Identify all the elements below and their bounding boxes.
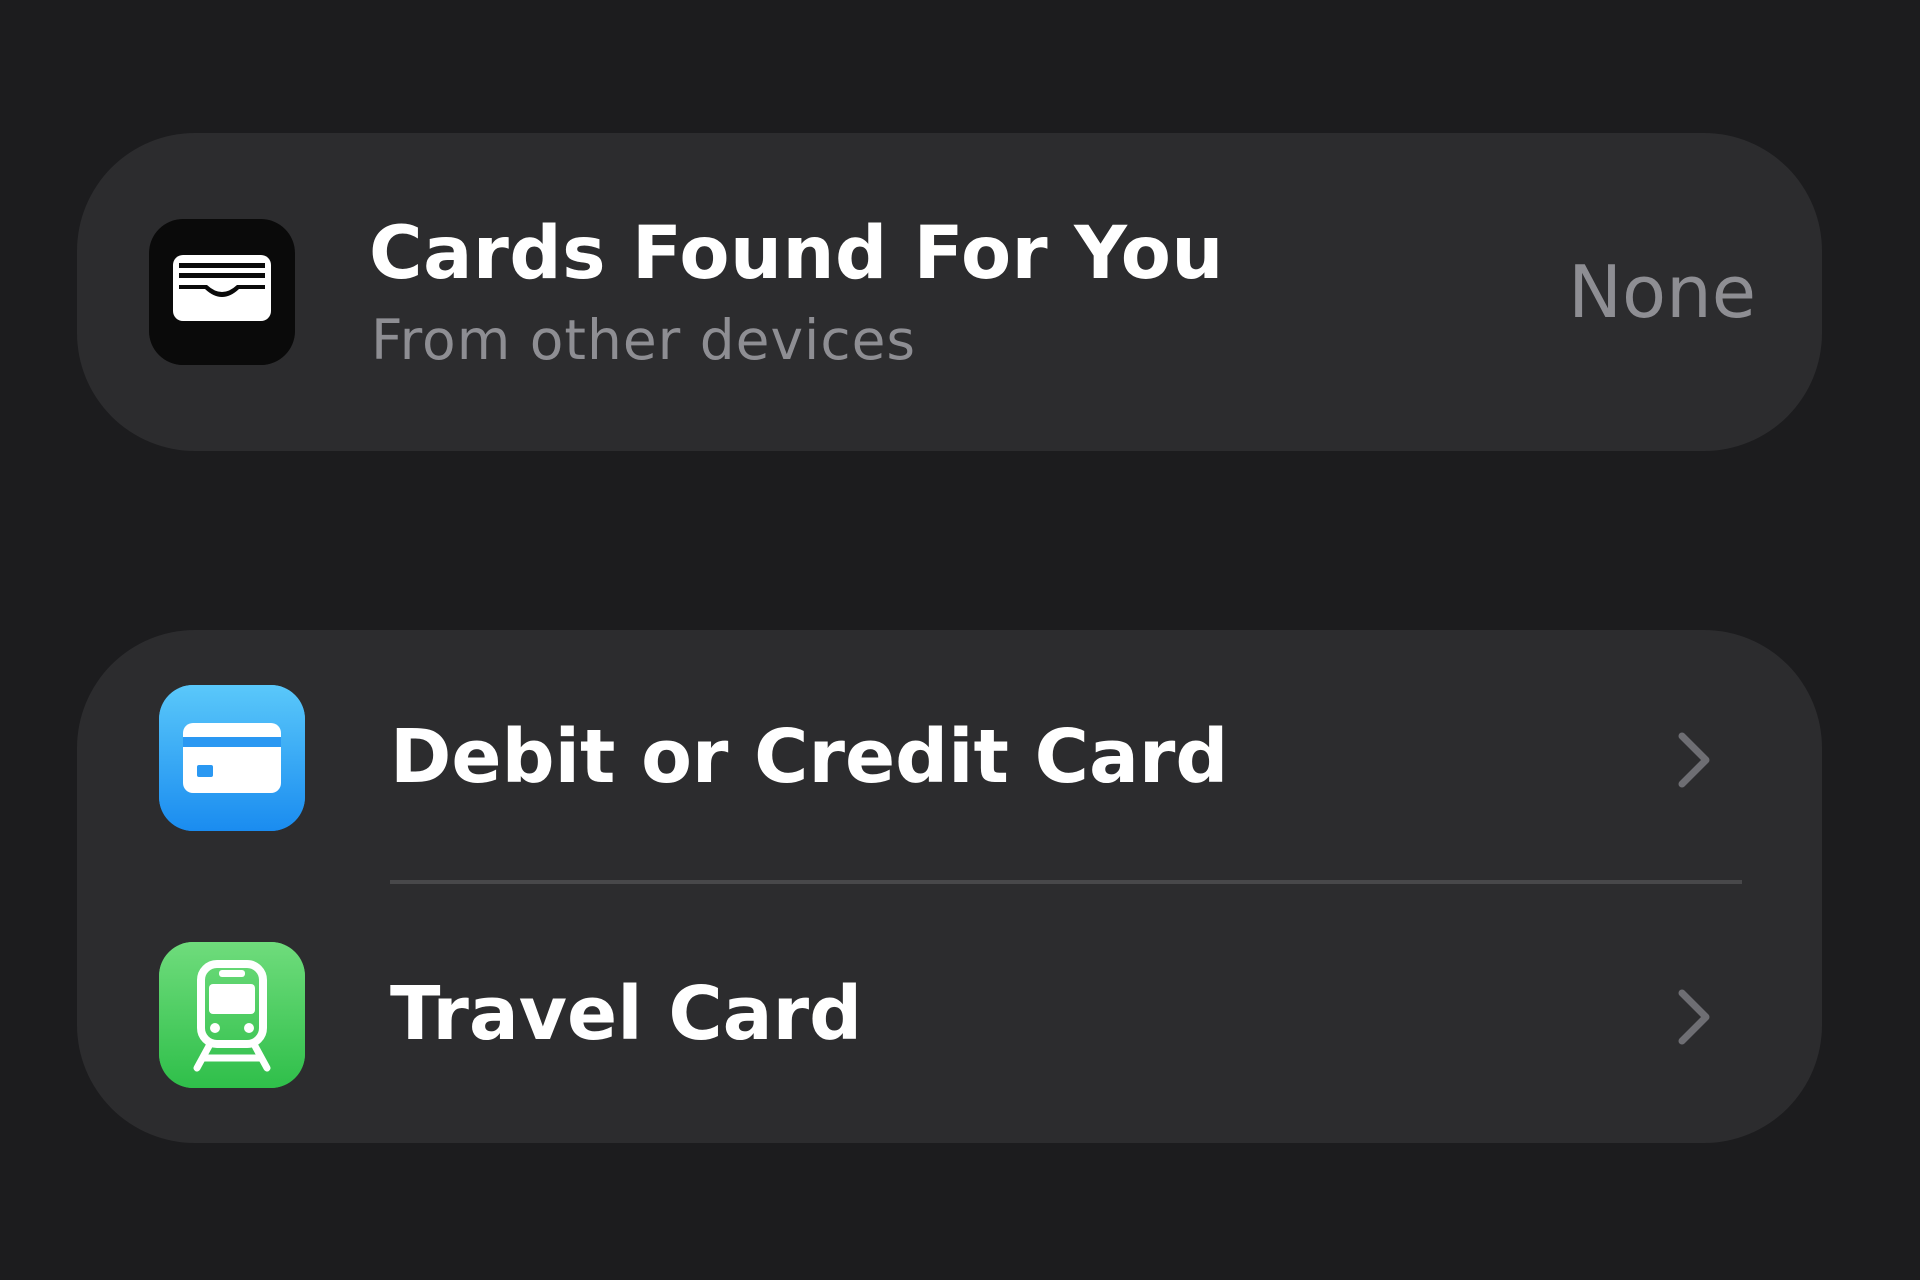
cards-found-subtitle: From other devices [371, 308, 917, 372]
debit-or-credit-card-label: Debit or Credit Card [390, 714, 1229, 800]
travel-card-label: Travel Card [390, 971, 863, 1057]
debit-or-credit-card-row[interactable]: Debit or Credit Card [77, 630, 1822, 886]
cards-found-row[interactable]: Cards Found For You From other devices N… [77, 133, 1822, 451]
travel-card-row[interactable]: Travel Card [77, 887, 1822, 1143]
credit-card-icon [159, 685, 305, 831]
chevron-right-icon [1678, 732, 1710, 788]
cards-found-value: None [1568, 250, 1756, 334]
wallet-icon [149, 219, 295, 365]
train-icon [159, 942, 305, 1088]
cards-found-title: Cards Found For You [369, 211, 1224, 296]
cards-found-group: Cards Found For You From other devices N… [77, 133, 1822, 451]
chevron-right-icon [1678, 989, 1710, 1045]
add-card-options-group: Debit or Credit Card Travel Card [77, 630, 1822, 1143]
row-separator [390, 880, 1742, 884]
